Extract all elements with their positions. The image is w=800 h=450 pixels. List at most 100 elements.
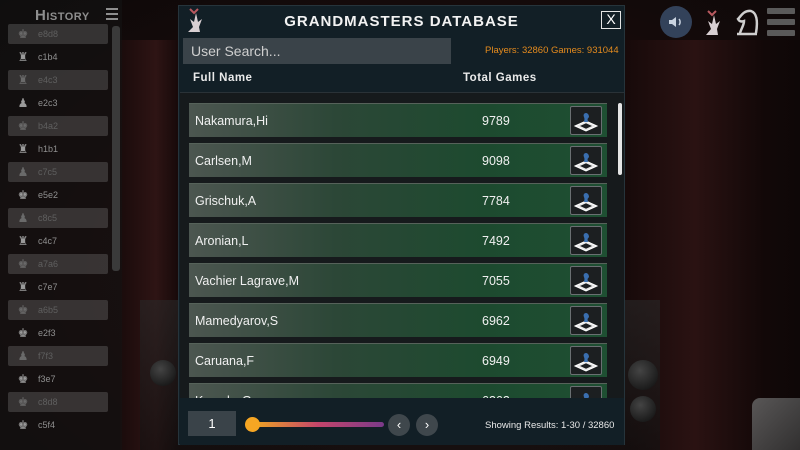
view-games-button[interactable] xyxy=(570,226,602,255)
main-menu-button[interactable] xyxy=(766,6,796,38)
player-row[interactable]: Grischuk,A 7784 xyxy=(189,183,607,217)
dialog-title: GRANDMASTERS DATABASE xyxy=(284,13,519,30)
grandmasters-database-dialog: GRANDMASTERS DATABASE X Players: 32860 G… xyxy=(178,5,625,445)
history-row[interactable]: ♚ c8d8 xyxy=(8,392,108,412)
history-row[interactable]: ♚ c5f4 xyxy=(8,415,108,435)
player-row[interactable]: Kamsky,G 6362 xyxy=(189,383,607,398)
chess-piece-icon: ♚ xyxy=(17,372,29,386)
menu-bar-icon xyxy=(767,8,795,14)
history-move-text: e2f3 xyxy=(38,328,56,338)
player-row[interactable]: Carlsen,M 9098 xyxy=(189,143,607,177)
history-menu-icon[interactable] xyxy=(106,8,118,20)
history-row[interactable]: ♚ e2f3 xyxy=(8,323,108,343)
history-row[interactable]: ♜ h1b1 xyxy=(8,139,108,159)
history-move-text: c1b4 xyxy=(38,52,58,62)
background-piece xyxy=(628,360,658,390)
history-row[interactable]: ♟ c7c5 xyxy=(8,162,108,182)
player-total-games: 7784 xyxy=(482,193,510,208)
history-move-text: a7a6 xyxy=(38,259,59,269)
chess-piece-icon: ♟ xyxy=(17,96,29,110)
knight-icon xyxy=(736,9,759,36)
player-total-games: 7492 xyxy=(482,233,510,248)
history-row[interactable]: ♟ c8c5 xyxy=(8,208,108,228)
history-move-text: a6b5 xyxy=(38,305,59,315)
player-total-games: 6949 xyxy=(482,353,510,368)
history-row[interactable]: ♚ e5e2 xyxy=(8,185,108,205)
sound-button[interactable] xyxy=(660,6,692,38)
view-games-button[interactable] xyxy=(570,346,602,375)
close-button[interactable]: X xyxy=(601,11,621,29)
history-row[interactable]: ♜ e4c3 xyxy=(8,70,108,90)
player-name: Aronian,L xyxy=(195,233,249,248)
chessboard-icon xyxy=(573,272,599,292)
player-row[interactable]: Caruana,F 6949 xyxy=(189,343,607,377)
player-row[interactable]: Aronian,L 7492 xyxy=(189,223,607,257)
history-move-text: e2c3 xyxy=(38,98,58,108)
chess-piece-icon: ♚ xyxy=(17,188,29,202)
user-search-input[interactable] xyxy=(183,38,451,64)
player-name: Carlsen,M xyxy=(195,153,252,168)
chessboard-icon xyxy=(573,352,599,372)
page-slider-track[interactable] xyxy=(252,422,384,427)
history-row[interactable]: ♚ a7a6 xyxy=(8,254,108,274)
king-icon-button[interactable] xyxy=(698,6,726,38)
player-list: Nakamura,Hi 9789 Carlsen,M 9098 Grischuk,A 77… xyxy=(180,92,624,398)
history-move-text: c7e7 xyxy=(38,282,58,292)
menu-bar-icon xyxy=(767,30,795,36)
chessboard-icon xyxy=(573,152,599,172)
player-row[interactable]: Nakamura,Hi 9789 xyxy=(189,103,607,137)
corner-piece-preview[interactable] xyxy=(752,398,800,450)
chess-piece-icon: ♚ xyxy=(17,257,29,271)
history-move-text: c7c5 xyxy=(38,167,58,177)
page-number-input[interactable] xyxy=(188,411,236,436)
history-row[interactable]: ♚ e8d8 xyxy=(8,24,108,44)
menu-bar-icon xyxy=(767,19,795,25)
history-move-text: c8d8 xyxy=(38,397,58,407)
player-name: Caruana,F xyxy=(195,353,255,368)
history-row[interactable]: ♟ e2c3 xyxy=(8,93,108,113)
history-row[interactable]: ♚ f3e7 xyxy=(8,369,108,389)
player-name: Nakamura,Hi xyxy=(195,113,268,128)
history-move-text: e8d8 xyxy=(38,29,59,39)
history-row[interactable]: ♜ c7e7 xyxy=(8,277,108,297)
chessboard-icon xyxy=(573,192,599,212)
history-row[interactable]: ♚ b4a2 xyxy=(8,116,108,136)
chess-piece-icon: ♟ xyxy=(17,211,29,225)
chess-piece-icon: ♚ xyxy=(17,119,29,133)
history-scrollbar[interactable] xyxy=(112,26,120,271)
results-count: Showing Results: 1-30 / 32860 xyxy=(485,420,615,431)
chess-piece-icon: ♜ xyxy=(17,142,29,156)
player-total-games: 9789 xyxy=(482,113,510,128)
background-piece xyxy=(150,360,176,386)
view-games-button[interactable] xyxy=(570,306,602,335)
chess-piece-icon: ♜ xyxy=(17,50,29,64)
view-games-button[interactable] xyxy=(570,266,602,295)
chess-piece-icon: ♜ xyxy=(17,73,29,87)
player-list-scrollbar[interactable] xyxy=(618,103,622,175)
chess-piece-icon: ♜ xyxy=(17,280,29,294)
history-row[interactable]: ♟ f7f3 xyxy=(8,346,108,366)
pagination-footer: ‹ › Showing Results: 1-30 / 32860 xyxy=(180,401,624,445)
history-row[interactable]: ♚ a6b5 xyxy=(8,300,108,320)
next-page-button[interactable]: › xyxy=(416,414,438,436)
view-games-button[interactable] xyxy=(570,106,602,135)
chess-piece-icon: ♟ xyxy=(17,349,29,363)
chessboard-icon xyxy=(573,312,599,332)
history-move-text: c5f4 xyxy=(38,420,56,430)
chessboard-icon xyxy=(583,392,589,398)
player-row[interactable]: Vachier Lagrave,M 7055 xyxy=(189,263,607,297)
history-move-text: f3e7 xyxy=(38,374,56,384)
page-slider-knob[interactable] xyxy=(245,417,260,432)
speaker-icon xyxy=(669,17,681,27)
player-total-games: 9098 xyxy=(482,153,510,168)
background-piece xyxy=(630,396,656,422)
knight-icon-button[interactable] xyxy=(730,6,764,38)
view-games-button[interactable] xyxy=(570,386,602,398)
history-row[interactable]: ♜ c4c7 xyxy=(8,231,108,251)
player-row[interactable]: Mamedyarov,S 6962 xyxy=(189,303,607,337)
previous-page-button[interactable]: ‹ xyxy=(388,414,410,436)
player-name: Grischuk,A xyxy=(195,193,257,208)
view-games-button[interactable] xyxy=(570,186,602,215)
view-games-button[interactable] xyxy=(570,146,602,175)
history-row[interactable]: ♜ c1b4 xyxy=(8,47,108,67)
